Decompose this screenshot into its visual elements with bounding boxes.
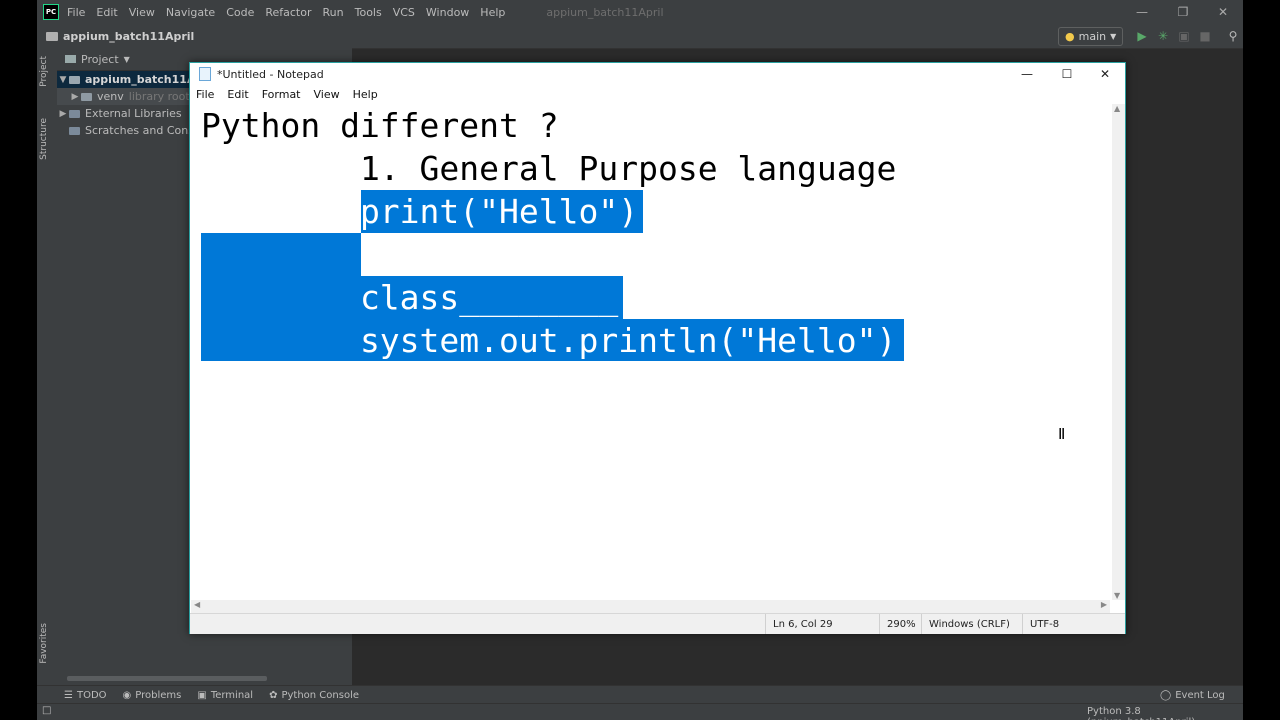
minimize-icon[interactable]: — — [1122, 0, 1162, 24]
menu-edit[interactable]: Edit — [227, 88, 248, 101]
tab-structure[interactable]: Structure — [39, 118, 49, 160]
tree-item-label: venv — [97, 90, 124, 103]
menu-edit[interactable]: Edit — [96, 6, 117, 19]
folder-icon — [69, 75, 80, 84]
run-config-dropdown[interactable]: ● main ▼ — [1058, 27, 1124, 46]
python-icon: ✿ — [269, 689, 278, 701]
tab-label: Event Log — [1175, 689, 1225, 701]
encoding: UTF-8 — [1022, 614, 1120, 634]
event-log-button[interactable]: ◯ Event Log — [1160, 690, 1225, 701]
folder-icon — [46, 31, 58, 41]
tab-todo[interactable]: ☰ TODO — [64, 690, 107, 701]
menu-tools[interactable]: Tools — [355, 6, 382, 19]
scroll-up-icon[interactable]: ▲ — [1114, 104, 1120, 113]
stop-icon[interactable]: ■ — [1198, 29, 1212, 43]
breadcrumb[interactable]: appium_batch11April — [63, 30, 194, 43]
text-line-2: 1. General Purpose language — [201, 149, 897, 188]
menu-vcs[interactable]: VCS — [393, 6, 415, 19]
menu-refactor[interactable]: Refactor — [265, 6, 311, 19]
chevron-down-icon[interactable]: ▼ — [124, 55, 130, 64]
tab-python-console[interactable]: ✿ Python Console — [269, 690, 359, 701]
notepad-menubar: File Edit Format View Help — [190, 85, 1125, 103]
ibeam-cursor-icon: Ⅱ — [1058, 425, 1066, 443]
menu-help[interactable]: Help — [353, 88, 378, 101]
event-log-icon: ◯ — [1160, 689, 1172, 701]
zoom-level: 290% — [879, 614, 921, 634]
scroll-left-icon[interactable]: ◀ — [194, 600, 200, 609]
menu-file[interactable]: File — [67, 6, 85, 19]
ide-statusbar: □ Python 3.8 (ppium_batch11April) — [37, 703, 1243, 720]
layout-icon[interactable]: □ — [42, 705, 51, 716]
text-line-1: Python different ? — [201, 106, 559, 145]
scroll-down-icon[interactable]: ▼ — [1114, 591, 1120, 600]
menu-window[interactable]: Window — [426, 6, 469, 19]
project-scrollbar[interactable] — [67, 676, 267, 681]
ide-navbar: appium_batch11April ● main ▼ ▶ ✳ ▣ ■ ⚲ — [37, 24, 1243, 49]
menu-help[interactable]: Help — [480, 6, 505, 19]
tree-item-extra: library root — [128, 90, 190, 103]
maximize-icon[interactable]: ☐ — [1047, 63, 1087, 85]
debug-icon[interactable]: ✳ — [1156, 29, 1170, 43]
menu-run[interactable]: Run — [323, 6, 344, 19]
menu-code[interactable]: Code — [226, 6, 254, 19]
pycharm-logo-icon: PC — [43, 4, 59, 20]
project-panel-title[interactable]: Project — [81, 53, 119, 66]
menu-file[interactable]: File — [196, 88, 214, 101]
text-line-6: system.out.println("Hello") — [201, 321, 897, 360]
window-title: appium_batch11April — [546, 5, 664, 19]
menu-view[interactable]: View — [314, 88, 340, 101]
menu-view[interactable]: View — [129, 6, 155, 19]
library-icon — [69, 109, 80, 118]
python-icon: ● — [1065, 30, 1075, 43]
tab-favorites[interactable]: Favorites — [39, 623, 49, 664]
restore-icon[interactable]: ❐ — [1163, 0, 1203, 24]
coverage-icon[interactable]: ▣ — [1177, 29, 1191, 43]
tab-problems[interactable]: ◉ Problems — [123, 690, 182, 701]
notepad-text-area[interactable]: Python different ? 1. General Purpose la… — [191, 104, 1110, 600]
notepad-titlebar: *Untitled - Notepad — ☐ ✕ — [190, 63, 1125, 85]
problems-icon: ◉ — [122, 689, 132, 701]
tree-item-label: External Libraries — [85, 107, 182, 120]
run-config-label: main — [1078, 30, 1107, 43]
menu-navigate[interactable]: Navigate — [166, 6, 215, 19]
search-icon[interactable]: ⚲ — [1226, 29, 1240, 43]
notepad-icon — [199, 67, 211, 81]
close-icon[interactable]: ✕ — [1203, 0, 1243, 24]
notepad-title: *Untitled - Notepad — [217, 67, 324, 81]
bottom-tool-bar: ☰ TODO ◉ Problems ▣ Terminal ✿ Python Consol… — [37, 685, 1243, 704]
list-icon: ☰ — [64, 689, 73, 701]
tab-terminal[interactable]: ▣ Terminal — [197, 690, 253, 701]
horizontal-scrollbar[interactable]: ◀ ▶ — [191, 600, 1110, 613]
chevron-right-icon[interactable]: ▶ — [69, 92, 81, 102]
minimize-icon[interactable]: — — [1007, 63, 1047, 85]
tab-label: TODO — [76, 689, 107, 701]
menu-format[interactable]: Format — [262, 88, 301, 101]
close-icon[interactable]: ✕ — [1085, 63, 1125, 85]
text-line-5: class________ — [201, 278, 619, 317]
cursor-position: Ln 6, Col 29 — [765, 614, 878, 634]
terminal-icon: ▣ — [197, 689, 207, 701]
run-icon[interactable]: ▶ — [1135, 29, 1149, 43]
tab-label: Terminal — [210, 689, 254, 701]
interpreter-status[interactable]: Python 3.8 (ppium_batch11April) — [1087, 706, 1243, 720]
text-line-3: print("Hello") — [201, 192, 639, 231]
scratches-icon — [69, 126, 80, 135]
ide-menubar: PC File Edit View Navigate Code Refactor… — [37, 0, 1243, 24]
folder-icon — [81, 92, 92, 101]
tab-label: Problems — [135, 689, 182, 701]
chevron-right-icon[interactable]: ▶ — [57, 109, 69, 119]
project-icon — [65, 55, 76, 63]
notepad-window: *Untitled - Notepad — ☐ ✕ File Edit Form… — [189, 62, 1126, 634]
tab-label: Python Console — [281, 689, 360, 701]
chevron-down-icon[interactable]: ▼ — [57, 75, 69, 85]
scroll-right-icon[interactable]: ▶ — [1101, 600, 1107, 609]
vertical-scrollbar[interactable]: ▲ ▼ — [1112, 104, 1125, 600]
chevron-down-icon: ▼ — [1110, 32, 1117, 41]
tab-project[interactable]: Project — [39, 56, 49, 87]
notepad-statusbar: Ln 6, Col 29 290% Windows (CRLF) UTF-8 — [190, 613, 1125, 634]
line-ending: Windows (CRLF) — [921, 614, 1021, 634]
left-tool-strip: Project Structure Favorites — [37, 48, 58, 685]
